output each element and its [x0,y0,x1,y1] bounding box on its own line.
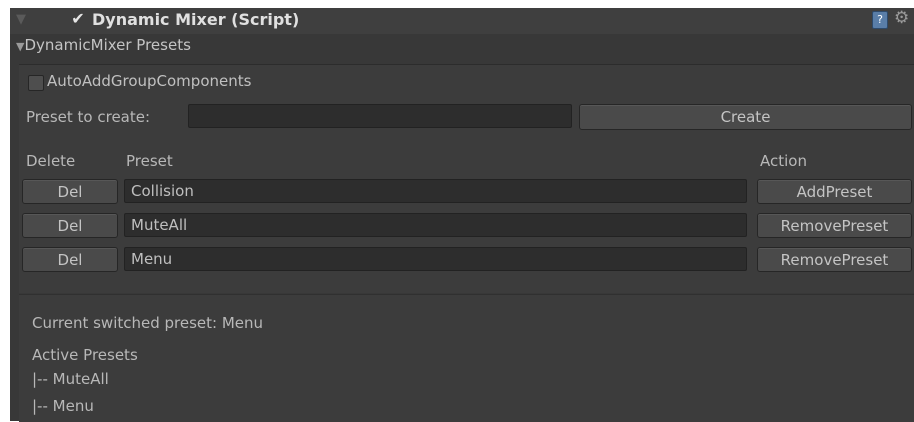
inspector-panel: ▼ ✔ Dynamic Mixer (Script) ? ⚙ ▼DynamicM… [10,8,914,422]
current-preset-text: Current switched preset: Menu [32,314,264,332]
preset-name-field[interactable]: Collision [124,179,747,203]
preset-name: Menu [131,250,173,268]
preset-column-header: Preset [126,152,173,170]
preset-name: MuteAll [131,216,188,234]
create-button-label: Create [720,108,771,126]
action-button-label: RemovePreset [780,216,889,235]
auto-add-label: AutoAddGroupComponents [47,72,252,90]
preset-action-button[interactable]: AddPreset [757,179,912,204]
action-button-label: AddPreset [796,182,873,201]
preset-action-button[interactable]: RemovePreset [757,247,912,272]
preset-to-create-label: Preset to create: [26,108,151,126]
component-enabled-checkbox[interactable]: ✔ [70,11,86,27]
preset-name-input[interactable] [188,104,572,128]
action-column-header: Action [760,152,807,170]
delete-column-header: Delete [26,152,76,170]
component-title: Dynamic Mixer (Script) [92,10,300,29]
create-button[interactable]: Create [579,104,912,130]
presets-foldout[interactable]: ▼DynamicMixer Presets [16,36,191,54]
active-preset-item: |-- Menu [32,397,94,415]
active-preset-item: |-- MuteAll [32,370,109,388]
preset-name: Collision [131,182,194,200]
gear-icon[interactable]: ⚙ [894,8,909,28]
delete-button-label: Del [57,250,83,269]
auto-add-checkbox[interactable] [28,75,44,91]
preset-name-field[interactable]: Menu [124,247,747,271]
delete-button-label: Del [57,216,83,235]
delete-preset-button[interactable]: Del [22,213,118,238]
delete-preset-button[interactable]: Del [22,247,118,272]
preset-action-button[interactable]: RemovePreset [757,213,912,238]
active-presets-header: Active Presets [32,346,138,364]
component-foldout-arrow-icon[interactable]: ▼ [16,12,26,27]
preset-name-field[interactable]: MuteAll [124,213,747,237]
help-icon[interactable]: ? [872,11,888,29]
delete-preset-button[interactable]: Del [22,179,118,204]
presets-foldout-label: DynamicMixer Presets [24,36,191,54]
delete-button-label: Del [57,182,83,201]
component-header[interactable]: ▼ ✔ Dynamic Mixer (Script) ? ⚙ [10,8,914,34]
action-button-label: RemovePreset [780,250,889,269]
